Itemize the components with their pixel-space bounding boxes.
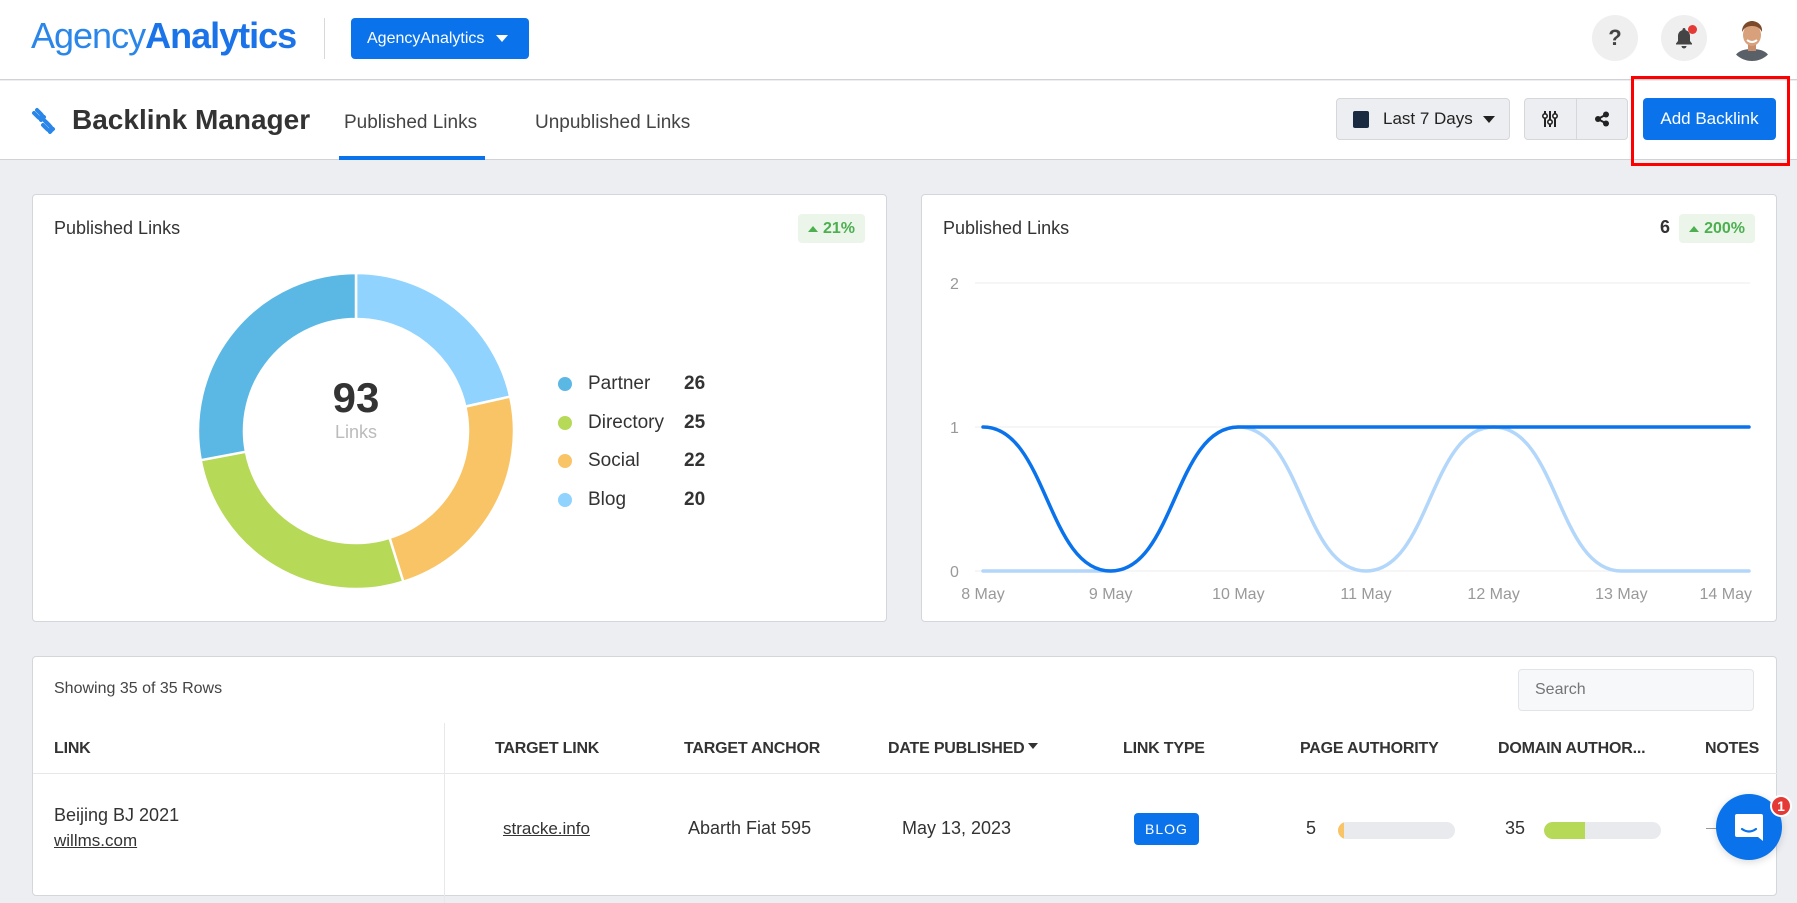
arrow-up-icon bbox=[808, 226, 818, 232]
column-header-link[interactable]: LINK bbox=[54, 740, 91, 758]
y-tick-label: 0 bbox=[950, 564, 959, 581]
header-divider bbox=[324, 18, 325, 59]
chat-unread-badge: 1 bbox=[1770, 795, 1792, 817]
page-authority-value: 5 bbox=[1306, 818, 1316, 839]
agency-selector-dropdown[interactable]: AgencyAnalytics bbox=[351, 18, 529, 59]
filter-settings-button[interactable] bbox=[1525, 99, 1576, 139]
column-header-notes[interactable]: NOTES bbox=[1705, 740, 1759, 758]
column-header-target-link[interactable]: TARGET LINK bbox=[495, 740, 599, 758]
domain-authority-bar bbox=[1544, 822, 1661, 839]
donut-center-label: 93 Links bbox=[286, 375, 426, 443]
legend-swatch bbox=[558, 493, 572, 507]
page-title: Backlink Manager bbox=[72, 103, 310, 137]
legend-swatch bbox=[558, 377, 572, 391]
agency-selector-label: AgencyAnalytics bbox=[367, 30, 484, 48]
date-range-dropdown[interactable]: Last 7 Days bbox=[1336, 98, 1510, 140]
x-tick-label: 8 May bbox=[961, 586, 1005, 603]
tab-published-links[interactable]: Published Links bbox=[344, 111, 477, 135]
series-line-current bbox=[983, 427, 1749, 571]
share-button[interactable] bbox=[1576, 99, 1628, 139]
card-title: Published Links bbox=[54, 218, 180, 239]
date-range-label: Last 7 Days bbox=[1383, 109, 1473, 129]
page-authority-bar bbox=[1338, 822, 1455, 839]
x-tick-label: 12 May bbox=[1467, 586, 1519, 603]
top-navigation-bar: AgencyAnalytics AgencyAnalytics ? bbox=[0, 0, 1797, 80]
active-tab-indicator bbox=[339, 156, 485, 160]
table-search-input[interactable] bbox=[1518, 669, 1754, 711]
legend-label: Directory bbox=[588, 412, 684, 434]
row-count: Showing 35 of 35 Rows bbox=[54, 680, 222, 698]
x-tick-label: 13 May bbox=[1595, 586, 1647, 603]
view-options-group bbox=[1524, 98, 1628, 140]
legend-value: 22 bbox=[684, 450, 705, 472]
legend-label: Social bbox=[588, 450, 684, 472]
legend-item-directory[interactable]: Directory25 bbox=[558, 404, 705, 443]
link-title: Beijing BJ 2021 bbox=[54, 805, 179, 826]
share-icon bbox=[1594, 111, 1610, 127]
x-tick-label: 9 May bbox=[1089, 586, 1133, 603]
y-tick-label: 1 bbox=[950, 420, 959, 437]
sort-desc-icon bbox=[1028, 743, 1038, 749]
domain-authority-fill bbox=[1544, 822, 1585, 839]
column-header-date-published[interactable]: DATE PUBLISHED bbox=[888, 740, 1038, 758]
x-tick-label: 10 May bbox=[1212, 586, 1264, 603]
caret-down-icon bbox=[496, 35, 508, 42]
date-published: May 13, 2023 bbox=[902, 818, 1011, 839]
column-header-label: DATE PUBLISHED bbox=[888, 740, 1024, 757]
agencyanalytics-logo[interactable]: AgencyAnalytics bbox=[31, 14, 296, 58]
target-anchor: Abarth Fiat 595 bbox=[688, 818, 811, 839]
y-tick-label: 2 bbox=[950, 276, 959, 293]
legend-item-blog[interactable]: Blog20 bbox=[558, 481, 705, 520]
header-divider bbox=[33, 773, 1778, 774]
donut-total-caption: Links bbox=[286, 421, 426, 443]
column-header-link-type[interactable]: LINK TYPE bbox=[1123, 740, 1205, 758]
change-value: 21% bbox=[823, 220, 855, 238]
x-tick-label: 11 May bbox=[1340, 586, 1391, 603]
column-header-domain-authority[interactable]: DOMAIN AUTHOR... bbox=[1498, 740, 1645, 758]
donut-legend: Partner26 Directory25 Social22 Blog20 bbox=[558, 365, 705, 519]
user-photo-icon bbox=[1729, 15, 1775, 61]
user-avatar[interactable] bbox=[1729, 15, 1775, 61]
logo-light-text: Agency bbox=[31, 15, 145, 56]
x-tick-label: 14 May bbox=[1700, 586, 1752, 603]
legend-value: 26 bbox=[684, 373, 705, 395]
legend-item-partner[interactable]: Partner26 bbox=[558, 365, 705, 404]
target-link[interactable]: stracke.info bbox=[503, 819, 590, 839]
legend-value: 20 bbox=[684, 489, 705, 511]
legend-label: Blog bbox=[588, 489, 684, 511]
logo-bold-text: Analytics bbox=[145, 15, 296, 56]
series-line-previous bbox=[983, 427, 1749, 571]
page-authority-fill bbox=[1338, 822, 1344, 839]
column-header-page-authority[interactable]: PAGE AUTHORITY bbox=[1300, 740, 1439, 758]
legend-swatch bbox=[558, 416, 572, 430]
link-type-badge: BLOG bbox=[1134, 813, 1199, 845]
change-badge: 21% bbox=[798, 214, 865, 243]
published-links-breakdown-card: Published Links 21% 93 Links Partner26 D… bbox=[32, 194, 887, 622]
page-header: Backlink Manager Published Links Unpubli… bbox=[0, 81, 1797, 160]
column-divider bbox=[444, 723, 445, 903]
sliders-icon bbox=[1542, 110, 1558, 128]
add-backlink-button[interactable]: Add Backlink bbox=[1643, 98, 1776, 140]
caret-down-icon bbox=[1483, 116, 1495, 123]
link-url[interactable]: willms.com bbox=[54, 831, 137, 851]
backlinks-table-card: Showing 35 of 35 Rows LINK TARGET LINK T… bbox=[32, 656, 1777, 896]
donut-total: 93 bbox=[286, 375, 426, 421]
line-chart: 0 1 2 8 May 9 May 10 May 11 May 12 May 13 May 14 … bbox=[922, 195, 1778, 623]
legend-swatch bbox=[558, 454, 572, 468]
legend-label: Partner bbox=[588, 373, 684, 395]
help-button[interactable]: ? bbox=[1592, 15, 1638, 61]
link-chain-icon bbox=[30, 106, 60, 136]
tab-unpublished-links[interactable]: Unpublished Links bbox=[535, 111, 690, 135]
calendar-icon bbox=[1353, 111, 1369, 128]
legend-item-social[interactable]: Social22 bbox=[558, 442, 705, 481]
legend-value: 25 bbox=[684, 412, 705, 434]
notification-dot bbox=[1688, 25, 1697, 34]
chat-bubble-icon bbox=[1734, 811, 1764, 843]
column-header-target-anchor[interactable]: TARGET ANCHOR bbox=[684, 740, 820, 758]
domain-authority-value: 35 bbox=[1505, 818, 1525, 839]
published-links-trend-card: Published Links 6 200% 0128 May9 May10 M… bbox=[921, 194, 1777, 622]
donut-slice-directory[interactable] bbox=[201, 452, 404, 589]
question-mark-icon: ? bbox=[1608, 25, 1621, 51]
notifications-button[interactable] bbox=[1661, 15, 1707, 61]
